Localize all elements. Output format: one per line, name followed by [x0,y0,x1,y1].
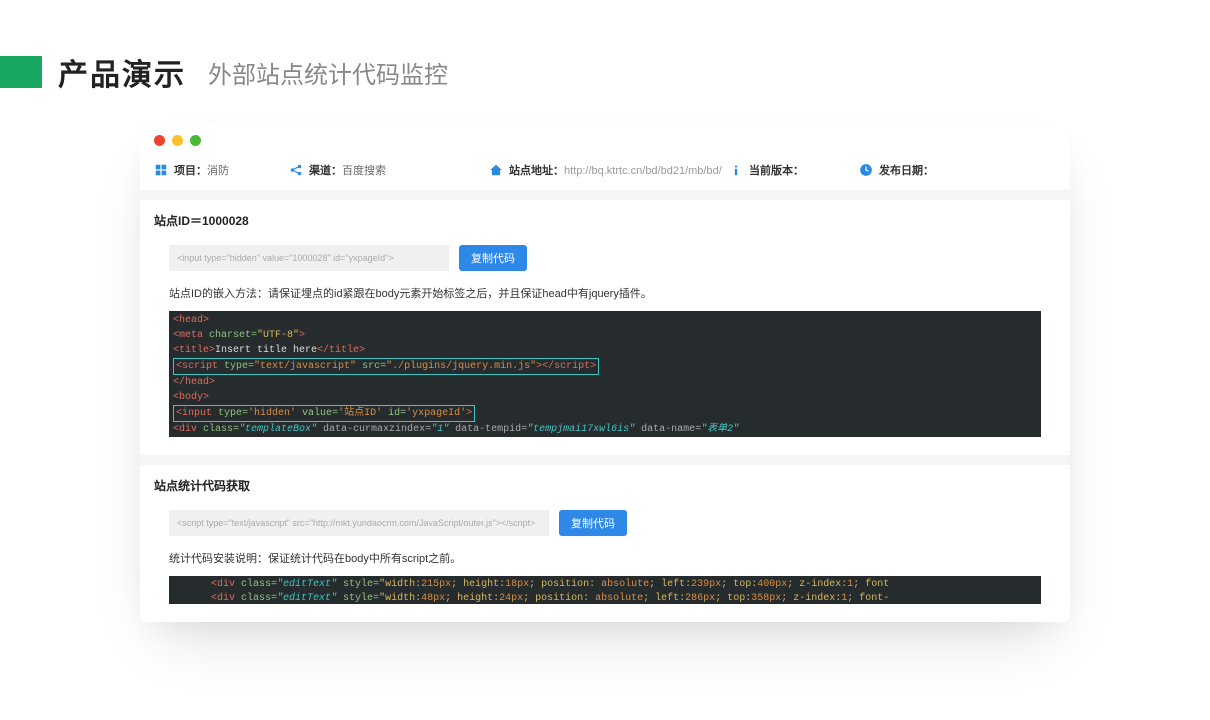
home-icon [489,163,503,177]
close-dot[interactable] [154,135,165,146]
site-id-input[interactable] [169,245,449,271]
section-title-stats: 站点统计代码获取 [154,477,1056,494]
info-project: 项目：消防 [154,162,289,178]
app-window: 项目：消防 渠道：百度搜索 站点地址：http://bq.ktrtc.cn/bd… [140,124,1070,622]
page-subtitle: 外部站点统计代码监控 [208,55,448,90]
channel-label: 渠道： [309,165,342,177]
version-label: 当前版本： [749,165,804,177]
accent-bar [0,56,42,88]
code-block-2: <div class="editText" style="width:215px… [169,576,1041,604]
info-channel: 渠道：百度搜索 [289,162,489,178]
stats-code-input[interactable] [169,510,549,536]
share-icon [289,163,303,177]
minimize-dot[interactable] [172,135,183,146]
grid-icon [154,163,168,177]
help-text-2: 统计代码安装说明：保证统计代码在body中所有script之前。 [154,550,1056,576]
info-date: 发布日期： [859,162,1056,178]
page-header: 产品演示 外部站点统计代码监控 [0,0,1210,124]
project-label: 项目： [174,165,207,177]
code-row-2: 复制代码 [154,510,1056,536]
section-site-id: 站点ID＝1000028 复制代码 站点ID的嵌入方法：请保证埋点的id紧跟在b… [140,200,1070,455]
section-title-site-id: 站点ID＝1000028 [154,212,1056,229]
info-site: 站点地址：http://bq.ktrtc.cn/bd/bd21/mb/bd/ [489,162,729,178]
project-value: 消防 [207,165,229,177]
date-label: 发布日期： [879,165,934,177]
info-bar: 项目：消防 渠道：百度搜索 站点地址：http://bq.ktrtc.cn/bd… [140,154,1070,190]
code-block-1: <head> <meta charset="UTF-8"> <title>Ins… [169,311,1041,437]
site-label: 站点地址： [509,165,564,177]
window-controls [140,124,1070,154]
channel-value: 百度搜索 [342,165,386,177]
help-text-1: 站点ID的嵌入方法：请保证埋点的id紧跟在body元素开始标签之后，并且保证he… [154,285,1056,311]
clock-icon [859,163,873,177]
maximize-dot[interactable] [190,135,201,146]
page-title: 产品演示 [58,50,186,94]
info-version: 当前版本： [729,162,859,178]
section-stats-code: 站点统计代码获取 复制代码 统计代码安装说明：保证统计代码在body中所有scr… [140,465,1070,622]
separator [140,190,1070,200]
copy-button-2[interactable]: 复制代码 [559,510,627,536]
separator [140,455,1070,465]
copy-button-1[interactable]: 复制代码 [459,245,527,271]
code-row-1: 复制代码 [154,245,1056,271]
info-icon [729,163,743,177]
site-link[interactable]: http://bq.ktrtc.cn/bd/bd21/mb/bd/ [564,165,722,177]
